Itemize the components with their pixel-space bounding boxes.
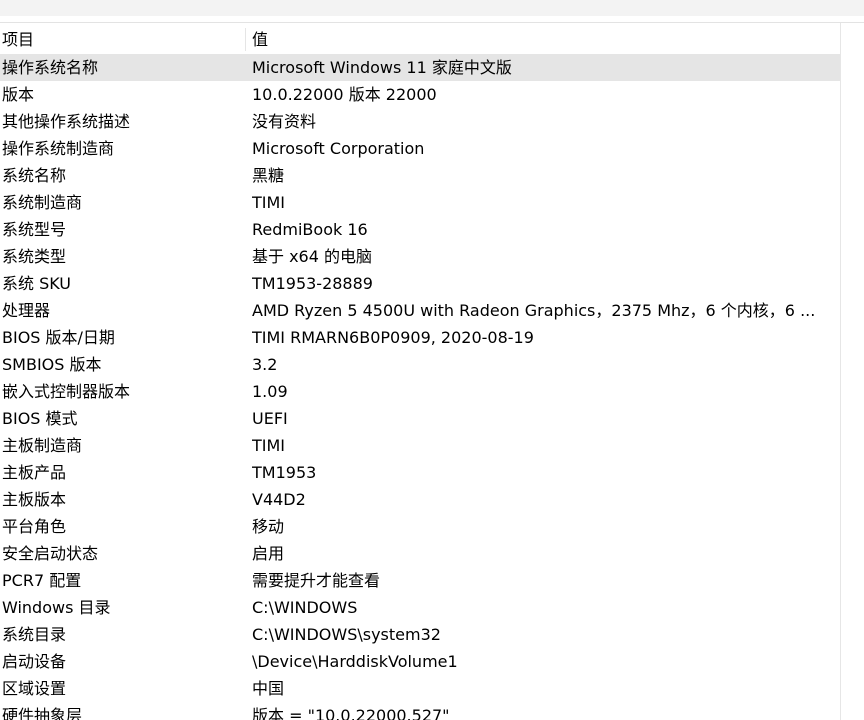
list-row[interactable]: 操作系统制造商 Microsoft Corporation: [0, 135, 840, 162]
value-cell: 需要提升才能查看: [252, 571, 381, 590]
value-cell: C:\WINDOWS\system32: [252, 625, 441, 644]
item-cell: 主板版本: [2, 490, 67, 509]
item-cell: 系统名称: [2, 166, 67, 185]
list-row[interactable]: 嵌入式控制器版本 1.09: [0, 378, 840, 405]
item-cell: 区域设置: [2, 679, 67, 698]
value-cell: V44D2: [252, 490, 306, 509]
item-cell: 系统目录: [2, 625, 67, 644]
list-row[interactable]: SMBIOS 版本 3.2: [0, 351, 840, 378]
list-row[interactable]: 系统目录 C:\WINDOWS\system32: [0, 621, 840, 648]
list-row[interactable]: 系统 SKU TM1953-28889: [0, 270, 840, 297]
value-cell: 黑糖: [252, 166, 285, 185]
value-cell: 10.0.22000 版本 22000: [252, 85, 437, 104]
value-cell: TM1953: [252, 463, 317, 482]
value-cell: C:\WINDOWS: [252, 598, 358, 617]
top-divider: [0, 22, 864, 23]
list-row[interactable]: 启动设备 \Device\HarddiskVolume1: [0, 648, 840, 675]
list-row[interactable]: 系统制造商 TIMI: [0, 189, 840, 216]
list-row[interactable]: 处理器 AMD Ryzen 5 4500U with Radeon Graphi…: [0, 297, 840, 324]
item-cell: 主板制造商: [2, 436, 83, 455]
value-cell: UEFI: [252, 409, 288, 428]
item-cell: SMBIOS 版本: [2, 355, 102, 374]
value-cell: 基于 x64 的电脑: [252, 247, 373, 266]
item-cell: 嵌入式控制器版本: [2, 382, 131, 401]
item-cell: 启动设备: [2, 652, 67, 671]
list-row[interactable]: 系统名称 黑糖: [0, 162, 840, 189]
value-cell: AMD Ryzen 5 4500U with Radeon Graphics，2…: [252, 301, 816, 320]
item-cell: 主板产品: [2, 463, 67, 482]
item-cell: 操作系统名称: [2, 58, 99, 77]
item-cell: 其他操作系统描述: [2, 112, 131, 131]
list-row[interactable]: Windows 目录 C:\WINDOWS: [0, 594, 840, 621]
item-cell: 平台角色: [2, 517, 67, 536]
list-row[interactable]: 主板版本 V44D2: [0, 486, 840, 513]
value-cell: Microsoft Corporation: [252, 139, 425, 158]
value-cell: RedmiBook 16: [252, 220, 368, 239]
value-cell: TIMI: [252, 436, 286, 455]
system-summary-list: 操作系统名称 Microsoft Windows 11 家庭中文版 版本 10.…: [0, 54, 840, 720]
value-cell: 中国: [252, 679, 285, 698]
list-row[interactable]: 系统型号 RedmiBook 16: [0, 216, 840, 243]
item-cell: 硬件抽象层: [2, 706, 83, 720]
list-row[interactable]: 安全启动状态 启用: [0, 540, 840, 567]
value-cell: 没有资料: [252, 112, 317, 131]
list-row[interactable]: PCR7 配置 需要提升才能查看: [0, 567, 840, 594]
value-cell: TIMI RMARN6B0P0909, 2020-08-19: [252, 328, 534, 347]
value-cell: 移动: [252, 517, 285, 536]
list-row[interactable]: BIOS 版本/日期 TIMI RMARN6B0P0909, 2020-08-1…: [0, 324, 840, 351]
value-cell: 启用: [252, 544, 285, 563]
list-row[interactable]: 操作系统名称 Microsoft Windows 11 家庭中文版: [0, 54, 840, 81]
value-cell: TIMI: [252, 193, 286, 212]
list-row[interactable]: BIOS 模式 UEFI: [0, 405, 840, 432]
item-cell: 系统类型: [2, 247, 67, 266]
value-cell: TM1953-28889: [252, 274, 373, 293]
column-divider[interactable]: [245, 28, 246, 51]
list-row[interactable]: 其他操作系统描述 没有资料: [0, 108, 840, 135]
value-cell: \Device\HarddiskVolume1: [252, 652, 458, 671]
column-header-value[interactable]: 值: [252, 26, 832, 53]
item-cell: BIOS 模式: [2, 409, 78, 428]
item-cell: 系统型号: [2, 220, 67, 239]
value-cell: 版本 = "10.0.22000.527": [252, 706, 450, 720]
value-cell: 1.09: [252, 382, 288, 401]
column-header-item[interactable]: 项目: [2, 26, 242, 53]
item-cell: 安全启动状态: [2, 544, 99, 563]
system-info-window: 项目 值 操作系统名称 Microsoft Windows 11 家庭中文版 版…: [0, 0, 864, 720]
item-cell: 系统制造商: [2, 193, 83, 212]
item-cell: BIOS 版本/日期: [2, 328, 115, 347]
list-header: 项目 值: [0, 26, 840, 53]
list-row[interactable]: 区域设置 中国: [0, 675, 840, 702]
list-row[interactable]: 版本 10.0.22000 版本 22000: [0, 81, 840, 108]
item-cell: 版本: [2, 85, 35, 104]
list-row[interactable]: 平台角色 移动: [0, 513, 840, 540]
list-row[interactable]: 主板制造商 TIMI: [0, 432, 840, 459]
list-row[interactable]: 主板产品 TM1953: [0, 459, 840, 486]
top-toolbar-strip: [0, 0, 864, 16]
list-row[interactable]: 系统类型 基于 x64 的电脑: [0, 243, 840, 270]
list-right-border: [840, 23, 841, 720]
value-cell: 3.2: [252, 355, 278, 374]
list-row[interactable]: 硬件抽象层 版本 = "10.0.22000.527": [0, 702, 840, 720]
item-cell: 操作系统制造商: [2, 139, 115, 158]
item-cell: 系统 SKU: [2, 274, 72, 293]
item-cell: PCR7 配置: [2, 571, 82, 590]
item-cell: Windows 目录: [2, 598, 111, 617]
item-cell: 处理器: [2, 301, 51, 320]
value-cell: Microsoft Windows 11 家庭中文版: [252, 58, 512, 77]
